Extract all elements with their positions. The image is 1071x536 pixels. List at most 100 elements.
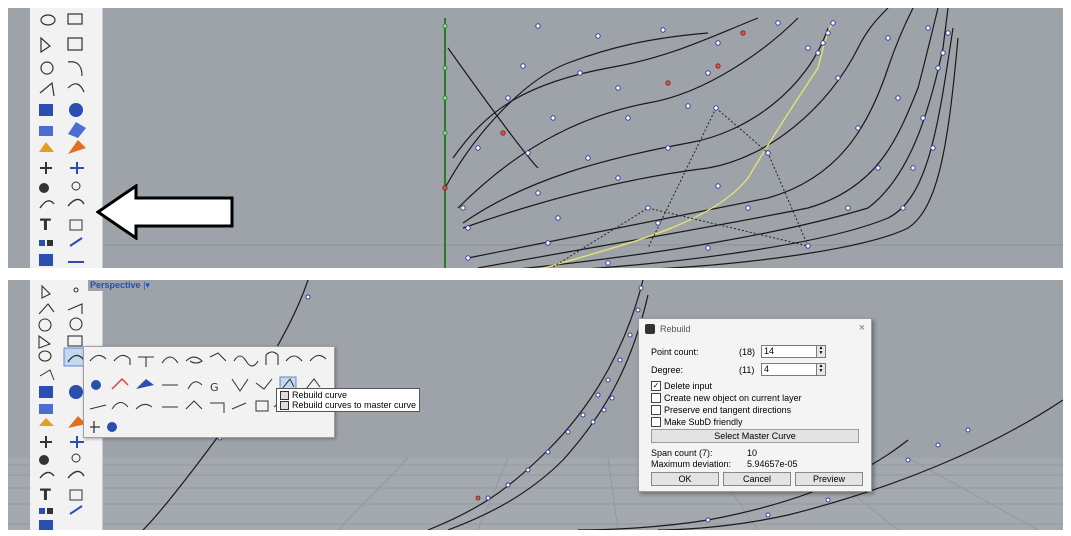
triangle-tool-icon — [40, 36, 51, 54]
closed-curve-icon — [255, 400, 269, 412]
analyze-icon — [39, 183, 49, 193]
point-count-input[interactable]: 14 — [761, 345, 817, 358]
left-toolbar-top: T — [30, 8, 103, 268]
cancel-button[interactable]: Cancel — [723, 472, 791, 486]
checkbox-empty-icon[interactable] — [651, 405, 661, 415]
text-tool-icon-b: T — [40, 485, 51, 504]
polyline-tool-icon — [67, 13, 83, 25]
span-count-row: Span count (7): 10 — [651, 448, 757, 458]
left-click-icon — [280, 390, 289, 400]
curve-through-points-icon — [285, 355, 303, 362]
control-points-top — [460, 20, 951, 266]
mesh-icon-b — [39, 520, 53, 530]
change-degree-icon — [185, 400, 203, 410]
rectangle-tool-icon — [67, 37, 83, 51]
convert-icon — [231, 402, 247, 410]
blend-curve-icon — [161, 356, 179, 364]
split-curve-icon — [89, 404, 107, 410]
degree-row: Degree: (11) 4 ▲ ▼ — [651, 363, 826, 376]
degree-label: Degree: — [651, 364, 684, 375]
solid-tools-bottom: T — [39, 369, 86, 530]
viewport-title-text[interactable]: Perspective — [90, 280, 141, 290]
toolbar-icons-top[interactable]: T — [30, 8, 102, 268]
viewport-menu-caret[interactable]: |▾ — [143, 280, 150, 290]
layout-icon — [47, 240, 53, 246]
boolean-icon-b — [70, 436, 84, 448]
preserve-tangent-label: Preserve end tangent directions — [664, 405, 792, 415]
span-count-label: Span count (7): — [651, 448, 713, 458]
checkbox-checked-icon[interactable]: ✓ — [651, 381, 661, 391]
point-count-previous: (18) — [739, 346, 756, 357]
curve-flyout-row4 — [90, 421, 117, 433]
subd-friendly-label: Make SubD friendly — [664, 417, 743, 427]
bottom-viewport[interactable]: T Perspective |▾ G Rebuild curve Rebuild… — [8, 280, 1063, 530]
degree-input[interactable]: 4 — [761, 363, 817, 376]
max-deviation-label: Maximum deviation: — [651, 459, 732, 469]
explode-icon — [39, 142, 54, 152]
checkbox-empty-icon[interactable] — [651, 393, 661, 403]
divide-curve-icon — [90, 421, 100, 433]
point-icon — [73, 287, 79, 293]
max-deviation-value: 5.94657e-05 — [747, 459, 798, 469]
checkbox-empty-icon[interactable] — [651, 417, 661, 427]
pull-curve-icon — [136, 379, 154, 389]
wave-curve-icon — [233, 355, 259, 367]
solid-box-icon — [39, 104, 53, 116]
new-object-layer-checkbox[interactable]: Create new object on current layer — [651, 393, 802, 403]
mesh-icon — [39, 254, 53, 266]
rectangle-tool-icon-b — [67, 335, 83, 347]
project-curve-icon — [111, 377, 129, 390]
dialog-title: Rebuild — [660, 324, 691, 334]
dimension-small-icon — [71, 181, 81, 191]
align-icon-b — [40, 436, 52, 448]
sphere-solid-icon-b — [69, 385, 83, 399]
preserve-tangent-checkbox[interactable]: Preserve end tangent directions — [651, 405, 791, 415]
curve-from-objects-icon — [67, 83, 85, 93]
curvature-icon — [255, 378, 273, 390]
degree-spinner[interactable]: ▲ ▼ — [817, 363, 826, 376]
ok-button[interactable]: OK — [651, 472, 719, 486]
smooth-curve-icon — [107, 422, 117, 432]
curve-end-icon — [210, 402, 225, 413]
align-icon — [40, 162, 52, 174]
curve-boolean-icon — [187, 381, 203, 390]
curve-interp-icon — [113, 354, 131, 365]
select-master-curve-button[interactable]: Select Master Curve — [651, 429, 859, 443]
circle-tool-icon-b — [38, 318, 52, 332]
rebuild-curve-icon — [67, 198, 85, 207]
rebuild-pointer-arrow-icon — [96, 184, 234, 240]
transform-icon — [68, 140, 86, 154]
viewport-title[interactable]: Perspective |▾ — [88, 280, 152, 291]
tooltip-row-rebuild: Rebuild curve — [280, 390, 416, 400]
tooltip-text-rebuild: Rebuild curve — [292, 390, 348, 400]
delete-input-checkbox[interactable]: ✓ Delete input — [651, 381, 712, 391]
text-tool-icon: T — [40, 215, 51, 234]
analyze-icon-b — [39, 455, 49, 465]
dimension-small-icon-b — [71, 453, 81, 463]
surface-icon — [68, 122, 86, 138]
tooltip-row-master: Rebuild curves to master curve — [280, 400, 416, 410]
tooltip-text-master: Rebuild curves to master curve — [292, 400, 417, 410]
dimension-icon — [69, 219, 83, 231]
solid-tools: T — [39, 103, 86, 266]
fair-curve-icon — [111, 402, 129, 410]
arch-curve-icon — [265, 351, 279, 365]
preview-button[interactable]: Preview — [795, 472, 863, 486]
top-viewport[interactable]: T — [8, 8, 1063, 268]
tangent-curve-icon — [138, 356, 154, 367]
curve-from-mesh-icon — [309, 354, 327, 362]
ellipse-tool-icon — [40, 14, 56, 26]
extract-curve-icon — [91, 380, 101, 390]
triangle-tool-icon-b — [38, 334, 52, 349]
render-icon-b — [69, 505, 83, 515]
select-arrow-icon — [41, 284, 51, 299]
point-edit-icon — [39, 81, 55, 97]
dialog-title-bar[interactable]: Rebuild — [645, 324, 691, 334]
subd-friendly-checkbox[interactable]: Make SubD friendly — [651, 417, 743, 427]
adjust-seam-icon — [231, 378, 249, 392]
point-count-label: Point count: — [651, 346, 699, 357]
point-count-spinner[interactable]: ▲ ▼ — [817, 345, 826, 358]
polyline-tool-icon-b — [38, 303, 55, 315]
close-icon[interactable]: × — [859, 322, 865, 334]
extrude-icon-b — [39, 404, 53, 414]
